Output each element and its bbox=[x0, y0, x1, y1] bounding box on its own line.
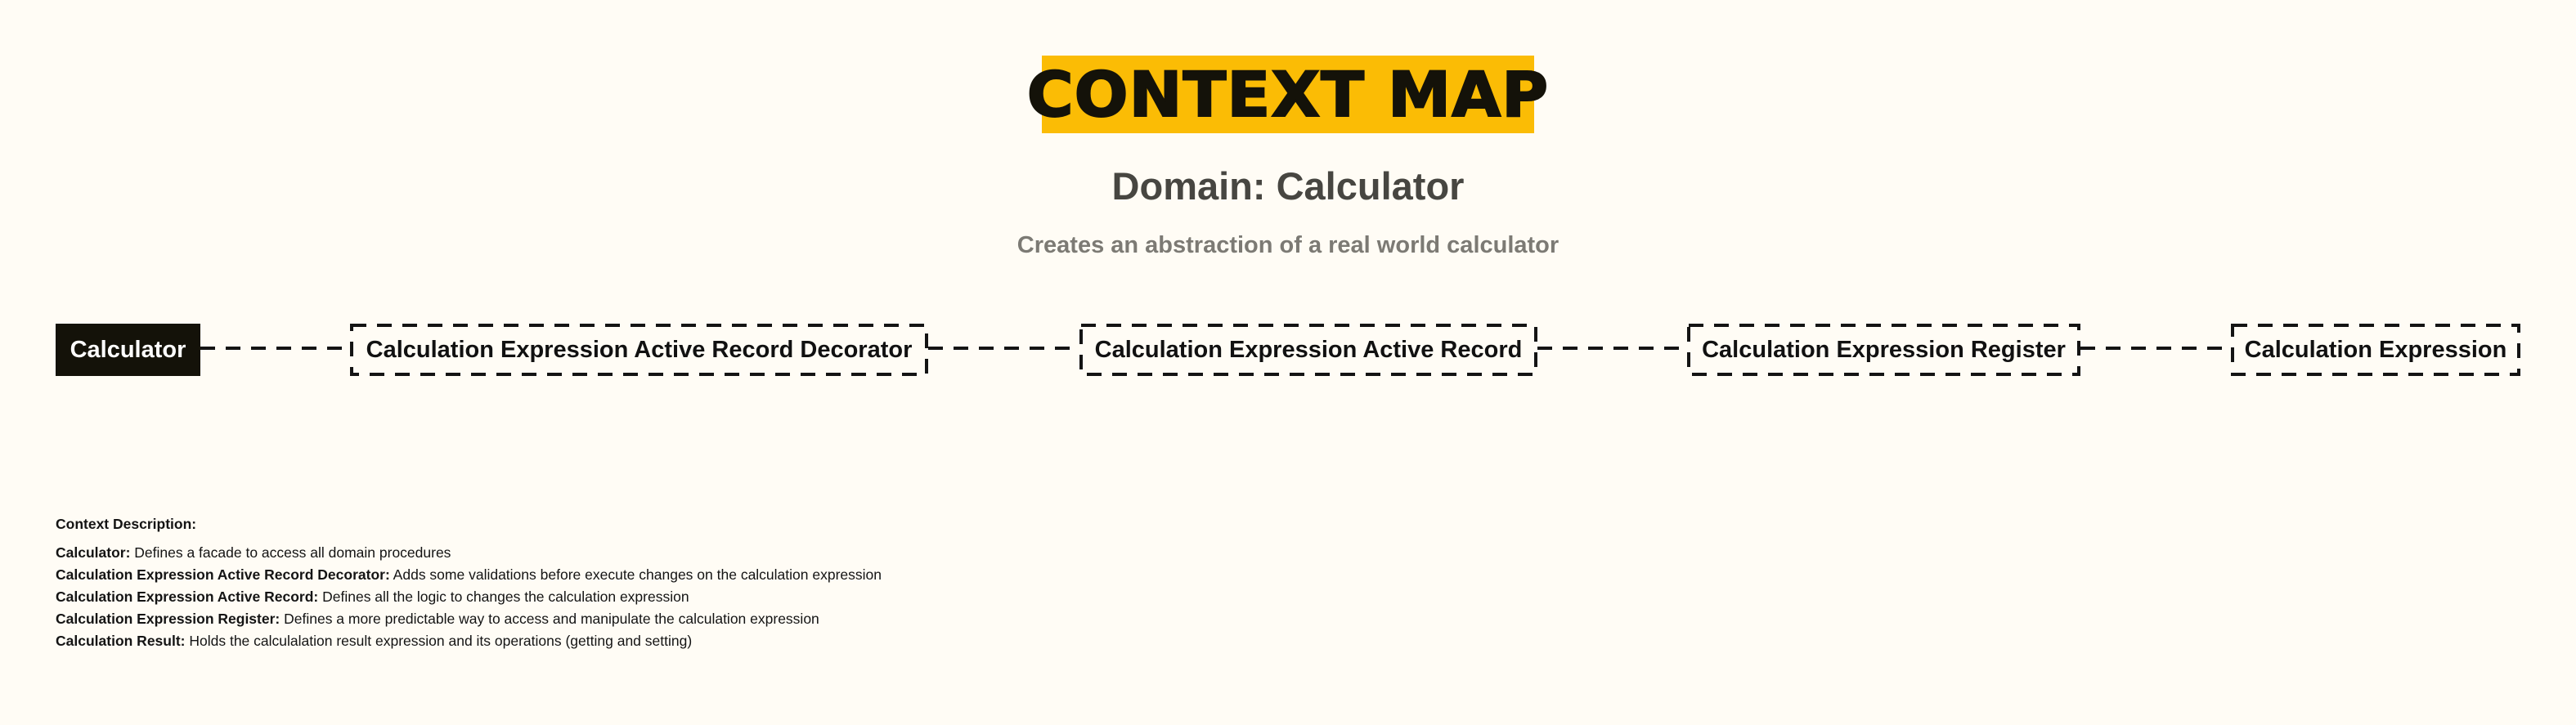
node-calculation-expression: Calculation Expression bbox=[2231, 324, 2520, 376]
node-label: Calculation Expression Active Record bbox=[1094, 336, 1523, 363]
description-term: Calculation Expression Active Record Dec… bbox=[56, 566, 390, 583]
context-description: Context Description: Calculator: Defines… bbox=[56, 513, 882, 652]
description-text: Holds the calculalation result expressio… bbox=[185, 633, 693, 649]
node-label: Calculation Expression Register bbox=[1702, 336, 2066, 363]
description-text: Defines all the logic to changes the cal… bbox=[318, 589, 689, 605]
context-description-heading: Context Description: bbox=[56, 516, 197, 532]
node-calculation-expression-active-record: Calculation Expression Active Record bbox=[1079, 324, 1537, 376]
description-item: Calculator: Defines a facade to access a… bbox=[56, 542, 882, 564]
node-calculation-expression-register: Calculation Expression Register bbox=[1687, 324, 2080, 376]
description-item: Calculation Expression Register: Defines… bbox=[56, 608, 882, 630]
node-calculation-expression-active-record-decorator: Calculation Expression Active Record Dec… bbox=[350, 324, 928, 376]
node-label: Calculation Expression bbox=[2244, 336, 2507, 363]
description-term: Calculation Expression Register: bbox=[56, 611, 280, 627]
description-term: Calculation Result: bbox=[56, 633, 186, 649]
description-text: Defines a facade to access all domain pr… bbox=[130, 544, 451, 561]
node-calculator: Calculator bbox=[56, 324, 200, 376]
description-item: Calculation Result: Holds the calculalat… bbox=[56, 630, 882, 652]
description-text: Adds some validations before execute cha… bbox=[389, 566, 882, 583]
description-text: Defines a more predictable way to access… bbox=[280, 611, 819, 627]
node-label: Calculation Expression Active Record Dec… bbox=[366, 336, 913, 363]
description-item: Calculation Expression Active Record Dec… bbox=[56, 564, 882, 586]
description-item: Calculation Expression Active Record: De… bbox=[56, 586, 882, 608]
description-term: Calculation Expression Active Record: bbox=[56, 589, 319, 605]
node-label: Calculator bbox=[70, 336, 186, 363]
description-term: Calculator: bbox=[56, 544, 131, 561]
